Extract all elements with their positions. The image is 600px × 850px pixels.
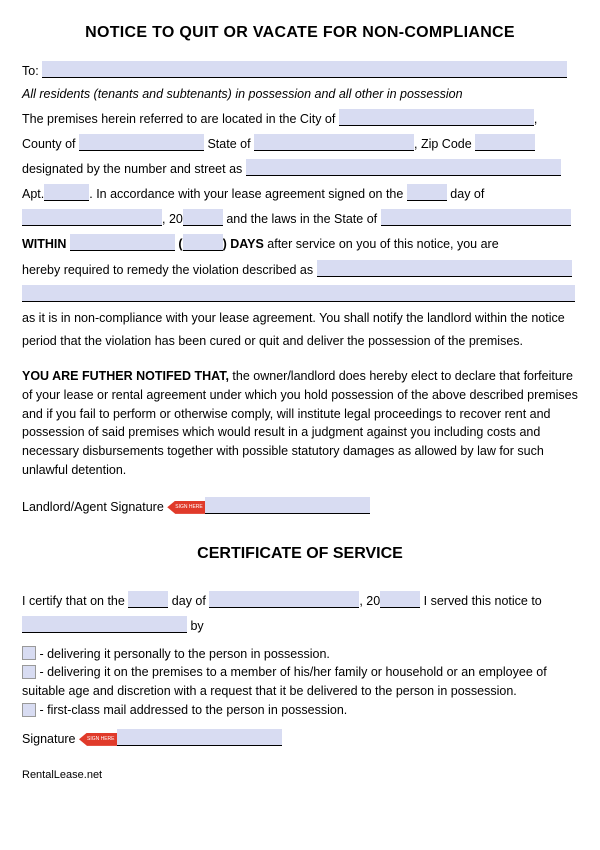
opt1-text: - delivering it personally to the person… <box>36 647 330 661</box>
checkbox-premises[interactable] <box>22 665 36 679</box>
text: after service on you of this notice, you… <box>264 237 499 251</box>
cert-day-field[interactable] <box>128 591 168 608</box>
text: The premises herein referred to are loca… <box>22 112 339 126</box>
footer-text: RentalLease.net <box>22 765 578 785</box>
text: designated by the number and street as <box>22 162 246 176</box>
within-field[interactable] <box>70 234 175 251</box>
served-to-field[interactable] <box>22 616 187 633</box>
text: , 20 <box>359 594 380 608</box>
apt-field[interactable] <box>44 184 89 201</box>
text: I certify that on the <box>22 594 128 608</box>
within-label: WITHIN <box>22 237 66 251</box>
checkbox-personal[interactable] <box>22 646 36 660</box>
text: . In accordance with your lease agreemen… <box>89 187 407 201</box>
landlord-sig-field[interactable] <box>205 497 370 514</box>
month-field[interactable] <box>22 209 162 226</box>
text: day of <box>168 594 209 608</box>
day-field[interactable] <box>407 184 447 201</box>
text: I served this notice to <box>420 594 542 608</box>
text: , 20 <box>162 212 183 226</box>
cert-month-field[interactable] <box>209 591 359 608</box>
sig2-label: Signature <box>22 732 79 746</box>
page-title: NOTICE TO QUIT OR VACATE FOR NON-COMPLIA… <box>22 18 578 48</box>
opt2-text: - delivering it on the premises to a mem… <box>22 665 547 698</box>
within-num-field[interactable] <box>183 234 223 251</box>
text: hereby required to remedy the violation … <box>22 263 317 277</box>
violation-field[interactable] <box>317 260 572 277</box>
sign-here-icon: SIGN HERE <box>167 501 207 514</box>
state-field[interactable] <box>254 134 414 151</box>
street-field[interactable] <box>246 159 561 176</box>
further-text: the owner/landlord does hereby elect to … <box>22 369 578 477</box>
cert-year-field[interactable] <box>380 591 420 608</box>
days-label: DAYS <box>230 237 264 251</box>
text: day of <box>447 187 485 201</box>
text: and the laws in the State of <box>223 212 381 226</box>
sig2-field[interactable] <box>117 729 282 746</box>
to-field[interactable] <box>42 61 567 78</box>
sign-here-icon: SIGN HERE <box>79 733 119 746</box>
text: Apt. <box>22 187 44 201</box>
text: , Zip Code <box>414 137 475 151</box>
violation-field-2[interactable] <box>22 285 575 302</box>
opt3-text: - first-class mail addressed to the pers… <box>36 703 347 717</box>
text: , <box>534 112 537 126</box>
cert-title: CERTIFICATE OF SERVICE <box>22 539 578 569</box>
state2-field[interactable] <box>381 209 571 226</box>
text: by <box>187 619 204 633</box>
year-field[interactable] <box>183 209 223 226</box>
to-label: To: <box>22 64 39 78</box>
zip-field[interactable] <box>475 134 535 151</box>
noncompliance-text: as it is in non-compliance with your lea… <box>22 307 578 353</box>
text: State of <box>204 137 254 151</box>
city-field[interactable] <box>339 109 534 126</box>
residents-note: All residents (tenants and subtenants) i… <box>22 83 578 106</box>
county-field[interactable] <box>79 134 204 151</box>
landlord-sig-label: Landlord/Agent Signature <box>22 500 167 514</box>
checkbox-mail[interactable] <box>22 703 36 717</box>
text: County of <box>22 137 79 151</box>
further-bold: YOU ARE FUTHER NOTIFED THAT, <box>22 369 229 383</box>
